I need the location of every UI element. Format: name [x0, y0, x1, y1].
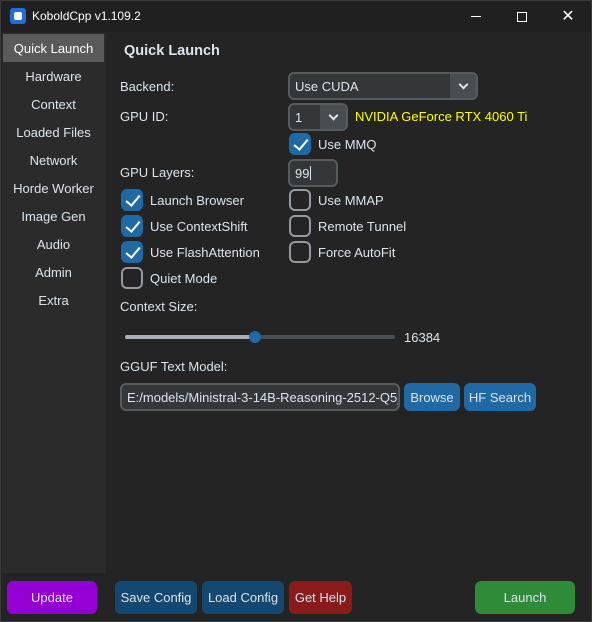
sidebar-item-hardware[interactable]: Hardware — [3, 62, 104, 90]
slider-fill — [125, 335, 255, 339]
sidebar-item-network[interactable]: Network — [3, 146, 104, 174]
update-button[interactable]: Update — [7, 581, 97, 614]
gpu-layers-input[interactable]: 99 — [288, 159, 338, 187]
title-bar: KoboldCpp v1.109.2 ✕ — [1, 1, 591, 32]
gpu-id-label: GPU ID: — [120, 109, 169, 124]
maximize-icon — [517, 11, 527, 22]
use-mmap-checkbox[interactable] — [289, 189, 311, 211]
sidebar-item-image-gen[interactable]: Image Gen — [3, 202, 104, 230]
browse-button[interactable]: Browse — [404, 383, 460, 411]
launch-browser-checkbox[interactable] — [121, 189, 143, 211]
gpu-layers-value: 99 — [295, 165, 310, 181]
chevron-down-icon — [328, 110, 338, 120]
hf-search-button[interactable]: HF Search — [464, 383, 536, 411]
minimize-button[interactable] — [453, 1, 499, 32]
sidebar-item-loaded-files[interactable]: Loaded Files — [3, 118, 104, 146]
get-help-button[interactable]: Get Help — [289, 581, 352, 614]
backend-dropdown-button[interactable] — [450, 74, 476, 98]
close-icon: ✕ — [561, 7, 575, 25]
chevron-down-icon — [458, 79, 468, 89]
use-flashattention-label[interactable]: Use FlashAttention — [150, 245, 260, 260]
window-title: KoboldCpp v1.109.2 — [32, 9, 141, 23]
koboldcpp-window: KoboldCpp v1.109.2 ✕ Quick Launch Hardwa… — [0, 0, 592, 622]
sidebar-item-horde-worker[interactable]: Horde Worker — [3, 174, 104, 202]
sidebar: Quick Launch Hardware Context Loaded Fil… — [2, 33, 106, 573]
context-size-label: Context Size: — [120, 299, 198, 314]
quiet-mode-checkbox[interactable] — [121, 267, 143, 289]
gguf-model-label: GGUF Text Model: — [120, 359, 228, 374]
use-contextshift-label[interactable]: Use ContextShift — [150, 219, 248, 234]
sidebar-item-quick-launch[interactable]: Quick Launch — [3, 34, 104, 62]
gpu-layers-label: GPU Layers: — [120, 165, 195, 180]
gguf-model-path-value: E:/models/Ministral-3-14B-Reasoning-2512… — [127, 389, 398, 405]
use-mmap-label[interactable]: Use MMAP — [318, 193, 384, 208]
gguf-model-path-input[interactable]: E:/models/Ministral-3-14B-Reasoning-2512… — [120, 383, 400, 411]
sidebar-item-context[interactable]: Context — [3, 90, 104, 118]
save-config-button[interactable]: Save Config — [115, 581, 197, 614]
remote-tunnel-label[interactable]: Remote Tunnel — [318, 219, 406, 234]
maximize-button[interactable] — [499, 1, 545, 32]
launch-button[interactable]: Launch — [475, 581, 575, 614]
use-contextshift-checkbox[interactable] — [121, 215, 143, 237]
backend-select[interactable]: Use CUDA — [288, 72, 478, 100]
sidebar-item-audio[interactable]: Audio — [3, 230, 104, 258]
gpu-id-dropdown-button[interactable] — [320, 105, 346, 129]
gpu-name-text: NVIDIA GeForce RTX 4060 Ti — [355, 109, 528, 124]
close-button[interactable]: ✕ — [545, 1, 591, 32]
text-cursor — [310, 166, 312, 180]
backend-label: Backend: — [120, 79, 175, 94]
use-mmq-label[interactable]: Use MMQ — [318, 137, 377, 152]
context-size-slider[interactable] — [125, 331, 395, 343]
remote-tunnel-checkbox[interactable] — [289, 215, 311, 237]
force-autofit-label[interactable]: Force AutoFit — [318, 245, 395, 260]
minimize-icon — [471, 16, 481, 17]
koboldcpp-app-icon — [10, 8, 26, 24]
sidebar-item-admin[interactable]: Admin — [3, 258, 104, 286]
page-title: Quick Launch — [124, 43, 220, 59]
backend-value: Use CUDA — [295, 78, 359, 94]
use-mmq-checkbox[interactable] — [289, 133, 311, 155]
launch-browser-label[interactable]: Launch Browser — [150, 193, 244, 208]
context-size-value: 16384 — [404, 330, 441, 345]
gpu-id-value: 1 — [295, 109, 303, 125]
sidebar-item-extra[interactable]: Extra — [3, 286, 104, 314]
quiet-mode-label[interactable]: Quiet Mode — [150, 271, 217, 286]
force-autofit-checkbox[interactable] — [289, 241, 311, 263]
slider-handle[interactable] — [248, 331, 261, 343]
gpu-id-select[interactable]: 1 — [288, 103, 348, 131]
use-flashattention-checkbox[interactable] — [121, 241, 143, 263]
load-config-button[interactable]: Load Config — [202, 581, 284, 614]
